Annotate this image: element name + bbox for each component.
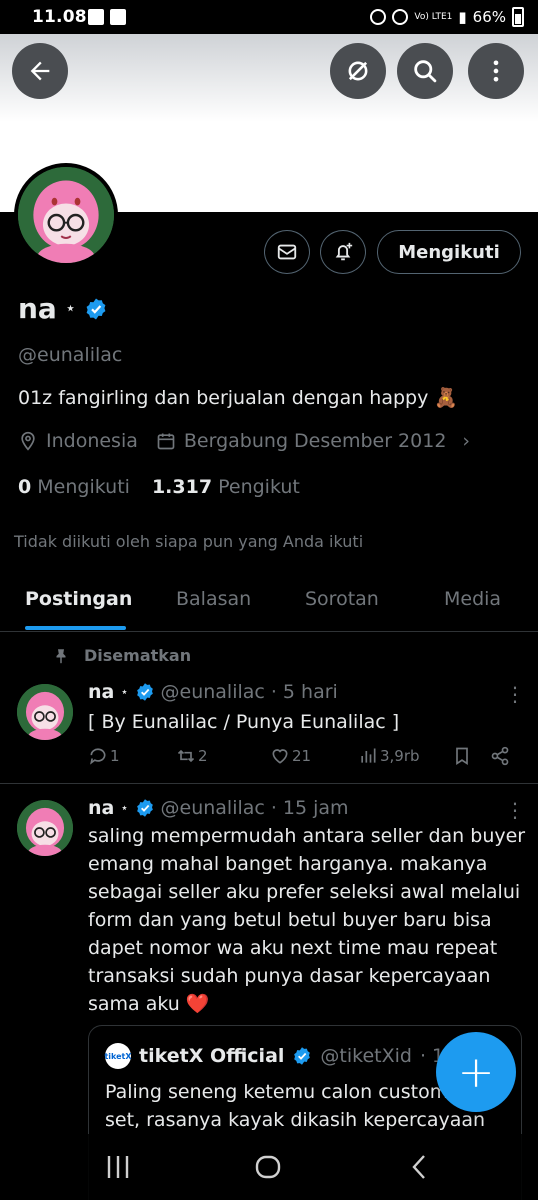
not-followed-note: Tidak diikuti oleh siapa pun yang Anda i… [14,532,364,551]
calendar-icon [157,433,175,450]
verified-badge-icon [136,799,153,817]
active-tab-indicator [25,626,126,630]
reply-button[interactable]: 1 [88,746,120,766]
follow-stats: 0 Mengikuti 1.317 Pengikut [18,476,300,498]
profile-location: Indonesia [46,430,138,452]
profile-name: na [18,292,57,325]
profile-bio: 01z fangirling dan berjualan dengan happ… [18,387,459,409]
signal-icon: ▮ [458,8,467,26]
repost-count: 2 [198,747,208,765]
bookmark-icon [456,747,468,766]
status-time: 11.08 [32,7,87,27]
post-author-handle[interactable]: @eunalilac [161,681,265,703]
verified-badge-icon [294,1047,311,1065]
verified-badge-icon[interactable] [84,297,108,321]
tab-postingan[interactable]: Postingan [25,588,132,610]
message-button[interactable] [264,230,310,274]
share-icon [491,746,509,766]
more-button[interactable] [468,43,524,99]
post-author-name[interactable]: na [88,797,114,819]
pin-icon [56,648,66,663]
post-actions: 1 2 21 3,9rb [88,746,518,774]
network-label: Vo) LTE1 [414,11,453,22]
post-author-handle[interactable]: @eunalilac [161,797,265,819]
grok-button[interactable] [330,43,386,99]
reply-icon [90,748,106,765]
heart-icon [272,749,288,764]
profile-avatar[interactable] [14,163,118,267]
recent-apps-icon[interactable] [104,1154,132,1180]
post-text: saling mempermudah antara seller dan buy… [88,825,526,1015]
repost-button[interactable]: 2 [176,746,208,766]
search-button[interactable] [397,43,453,99]
bookmark-button[interactable] [452,746,472,766]
profile-name-row: na ⋆ [18,292,108,325]
avatar-illustration [17,684,73,740]
share-button[interactable] [490,746,510,766]
post-time[interactable]: · 5 hari [271,681,338,703]
tab-sorotan[interactable]: Sorotan [305,588,379,610]
search-icon [414,60,437,83]
profile-handle: @eunalilac [18,344,123,366]
following-button[interactable]: Mengikuti [377,230,521,274]
profile-tabs: Postingan Balasan Sorotan Media [0,576,538,632]
reply-count: 1 [110,747,120,765]
avatar-illustration [17,800,73,856]
tab-balasan[interactable]: Balasan [176,588,251,610]
views-icon [361,748,376,763]
home-icon[interactable] [254,1154,282,1180]
views-button[interactable]: 3,9rb [358,746,420,766]
profile-joined: Bergabung Desember 2012 [183,430,447,452]
post-header: na ⋆ @eunalilac · 5 hari [88,681,338,703]
bell-plus-icon [335,242,353,261]
profile-meta: Indonesia Bergabung Desember 2012 › [18,430,470,452]
alarm-icon [370,9,387,25]
avatar-illustration [18,167,114,263]
mail-icon [277,244,297,260]
tiketx-logo: tiketX [104,1043,132,1069]
post-author-name[interactable]: na [88,681,114,703]
system-nav-bar [0,1134,538,1200]
arrow-left-icon [30,61,50,81]
following-stat[interactable]: 0 Mengikuti [18,476,130,498]
quoted-post-header: tiketX tiketX Official @tiketXid · 1 h [104,1043,462,1069]
verified-badge-icon [136,683,153,701]
like-button[interactable]: 21 [270,746,311,766]
post-divider [0,783,538,784]
more-vertical-icon [493,60,499,82]
battery-icon [512,7,524,27]
back-nav-icon[interactable] [406,1154,434,1180]
followers-stat[interactable]: 1.317 Pengikut [152,476,300,498]
view-count: 3,9rb [380,747,420,765]
tab-media[interactable]: Media [444,588,501,610]
compose-button[interactable]: + [436,1032,516,1112]
star-glyph: ⋆ [120,684,129,700]
post-avatar[interactable] [17,684,73,740]
post-text: [ By Eunalilac / Punya Eunalilac ] [88,711,400,733]
pinned-label: Disematkan [52,646,191,665]
quoted-author-handle: @tiketXid [320,1045,412,1067]
chevron-right-icon[interactable]: › [462,430,470,452]
post-more-icon[interactable]: ⋮ [505,800,525,820]
post-header: na ⋆ @eunalilac · 15 jam [88,797,349,819]
notify-button[interactable] [320,230,366,274]
post-more-icon[interactable]: ⋮ [505,684,525,704]
post-time[interactable]: · 15 jam [271,797,349,819]
back-button[interactable] [12,43,68,99]
post-avatar[interactable] [17,800,73,856]
mute-icon [392,9,409,25]
status-bar: 11.08 Vo) LTE1 ▮ 66% [0,0,538,34]
gallery-icon [88,9,104,25]
quoted-author-name: tiketX Official [139,1045,285,1067]
like-count: 21 [292,747,312,765]
check-icon [110,9,126,25]
battery-percent: 66% [472,8,506,26]
location-pin-icon [21,431,35,451]
repost-icon [177,749,195,763]
star-glyph: ⋆ [120,800,129,816]
slash-circle-icon [348,61,368,81]
star-glyph: ⋆ [64,298,77,319]
